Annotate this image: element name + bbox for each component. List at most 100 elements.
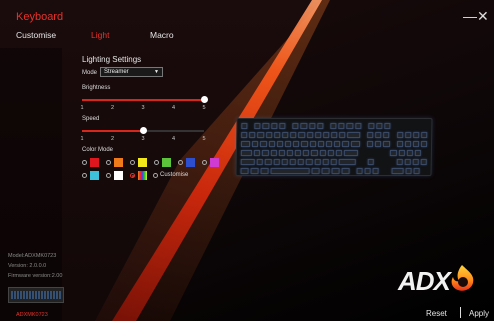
keycap xyxy=(303,150,310,156)
keycap xyxy=(262,123,270,129)
keycap xyxy=(412,141,420,147)
radio-button[interactable] xyxy=(106,173,111,178)
keycap xyxy=(249,132,256,138)
apply-button[interactable]: Apply xyxy=(469,309,489,318)
keycap xyxy=(257,132,264,138)
speed-tick: 4 xyxy=(171,136,176,142)
radio-button[interactable] xyxy=(202,160,207,165)
keycap xyxy=(404,141,412,147)
keycap xyxy=(396,141,403,147)
keycap xyxy=(265,132,273,138)
keycap xyxy=(300,123,307,129)
keycap xyxy=(297,159,305,165)
mode-dropdown[interactable]: Streamer ▼ xyxy=(100,67,163,77)
device-thumbnail[interactable] xyxy=(8,287,64,303)
keycap xyxy=(330,123,337,129)
keycap xyxy=(325,141,333,147)
speed-fill xyxy=(82,130,143,132)
keyboard-illustration xyxy=(235,118,433,176)
keycap xyxy=(412,159,419,165)
chevron-down-icon: ▼ xyxy=(154,69,159,75)
keycap xyxy=(390,150,397,156)
keycap xyxy=(334,141,341,147)
brightness-tick: 4 xyxy=(171,105,176,111)
keycap xyxy=(331,132,338,138)
keycap xyxy=(270,168,310,174)
color-swatch xyxy=(90,158,99,167)
mode-value: Streamer xyxy=(104,69,129,75)
keycap xyxy=(346,123,353,129)
radio-button[interactable] xyxy=(82,173,87,178)
minimize-button[interactable]: — xyxy=(463,8,477,24)
tab-customise[interactable]: Customise xyxy=(16,30,56,40)
brightness-tick: 2 xyxy=(110,105,115,111)
keycap xyxy=(356,168,363,174)
keycap xyxy=(265,159,272,165)
brightness-thumb[interactable] xyxy=(200,96,208,103)
tab-macro[interactable]: Macro xyxy=(150,30,174,40)
radio-button[interactable] xyxy=(154,160,159,165)
color-swatch xyxy=(114,158,123,167)
keycap xyxy=(331,168,340,174)
keycap xyxy=(414,150,422,156)
speed-label: Speed xyxy=(82,116,100,122)
keycap xyxy=(339,132,346,138)
radio-button[interactable] xyxy=(153,173,158,178)
key-gap xyxy=(362,141,365,147)
key-gap xyxy=(386,168,389,174)
keycap xyxy=(321,168,330,174)
radio-button[interactable] xyxy=(106,160,111,165)
keycap xyxy=(375,132,382,138)
key-gap xyxy=(392,132,395,138)
keycap xyxy=(252,141,259,147)
keycap xyxy=(292,123,299,129)
speed-tick: 2 xyxy=(110,136,115,142)
keycap xyxy=(341,168,350,174)
key-gap xyxy=(386,159,389,165)
keycap xyxy=(383,132,390,138)
keycap xyxy=(241,132,248,138)
device-version: Version: 2.0.0.0 xyxy=(8,263,47,269)
keycap xyxy=(282,132,289,138)
keycap xyxy=(338,159,356,165)
keycap xyxy=(317,123,324,129)
radio-button[interactable] xyxy=(178,160,183,165)
speed-thumb[interactable] xyxy=(139,127,147,134)
keycap xyxy=(294,150,302,156)
keycap xyxy=(364,168,371,174)
keycap xyxy=(241,141,251,147)
keycap xyxy=(327,150,334,156)
speed-tick: 5 xyxy=(202,136,206,142)
color-swatch xyxy=(114,171,123,180)
keycap xyxy=(256,159,264,165)
color-option-customise[interactable]: Customise xyxy=(153,171,203,180)
color-swatch xyxy=(138,158,147,167)
radio-button[interactable] xyxy=(82,160,87,165)
close-button[interactable]: ✕ xyxy=(477,8,489,25)
brand-logo-text: ADX xyxy=(398,266,451,296)
keycap xyxy=(314,132,322,138)
firmware-version: Firmware version:2.00 xyxy=(8,273,63,279)
brightness-fill xyxy=(82,99,204,101)
key-gap xyxy=(391,159,394,165)
device-name: ADXMK0723 xyxy=(16,312,48,318)
brightness-tick: 3 xyxy=(141,105,145,111)
keycap xyxy=(240,150,253,156)
brightness-tick: 5 xyxy=(202,105,206,111)
brightness-slider[interactable]: 1 2 3 4 5 xyxy=(80,96,208,119)
keycap xyxy=(323,132,330,138)
radio-button[interactable] xyxy=(130,160,135,165)
keycap xyxy=(311,150,318,156)
radio-button[interactable] xyxy=(130,173,135,178)
key-row xyxy=(240,159,428,165)
keycap xyxy=(268,141,275,147)
keycap xyxy=(306,159,313,165)
app-window: Keyboard — ✕ Customise Light Macro Light… xyxy=(0,0,494,321)
reset-button[interactable]: Reset xyxy=(426,309,447,318)
tab-light[interactable]: Light xyxy=(91,30,109,40)
key-gap xyxy=(381,159,384,165)
key-gap xyxy=(287,123,290,129)
keycap xyxy=(421,132,428,138)
keycap xyxy=(240,159,256,165)
keycap xyxy=(253,150,261,156)
